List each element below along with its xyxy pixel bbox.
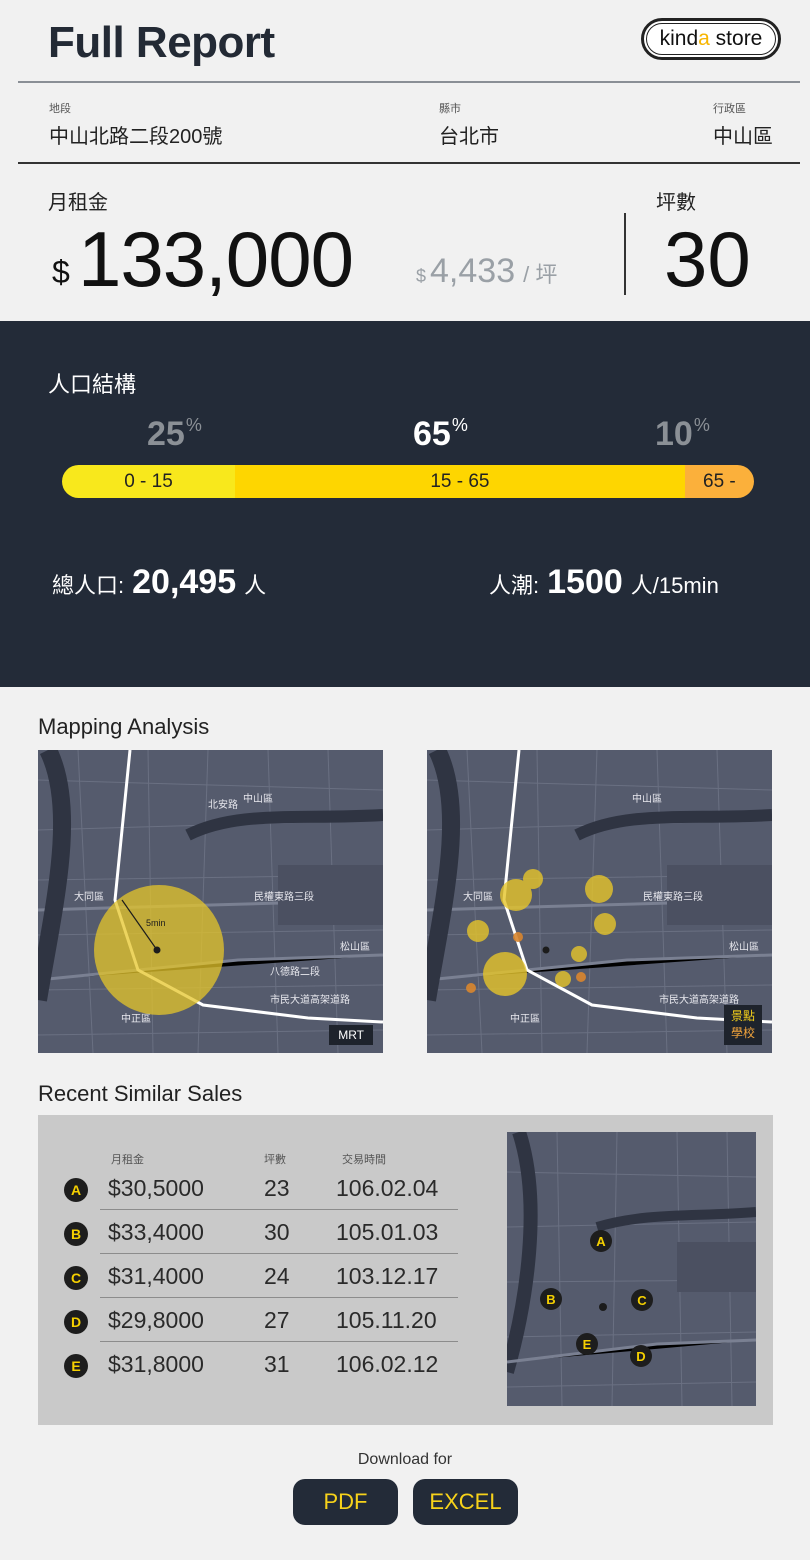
table-row[interactable]: B $33,4000 30 105.01.03: [38, 1210, 468, 1254]
city-label: 縣市: [439, 103, 461, 115]
brand-logo[interactable]: kinda store: [641, 18, 781, 60]
table-row[interactable]: E $31,8000 31 106.02.12: [38, 1342, 468, 1386]
sales-map-canvas: [507, 1132, 756, 1406]
radius-label: 5min: [146, 918, 166, 928]
legend-school: 學校: [730, 1026, 755, 1040]
pdf-button[interactable]: PDF: [293, 1479, 398, 1525]
per-ping-unit: / 坪: [523, 262, 558, 287]
rent-value: 133,000: [78, 215, 354, 303]
table-row[interactable]: D $29,8000 27 105.11.20: [38, 1298, 468, 1342]
address-divider: [18, 162, 800, 164]
pct-senior: 10%: [655, 415, 710, 453]
row-badge: C: [64, 1266, 88, 1290]
map-label-datong: 大同區: [74, 890, 104, 903]
row-rent: $33,4000: [108, 1219, 204, 1245]
col-area: 坪數: [264, 1154, 286, 1166]
legend-attraction: 景點: [730, 1009, 755, 1023]
pct-adult: 65%: [413, 415, 468, 453]
map-label-civic: 市民大道高架道路: [270, 993, 350, 1006]
report-header: Full Report kinda store: [0, 0, 810, 82]
map2-label-songshan: 松山區: [729, 940, 759, 953]
row-date: 103.12.17: [336, 1263, 439, 1289]
page-title: Full Report: [48, 18, 275, 67]
per-ping-currency: $: [416, 266, 427, 286]
row-date: 105.01.03: [336, 1219, 439, 1245]
table-row[interactable]: A $30,5000 23 106.02.04: [38, 1166, 468, 1210]
address-road: 地段 中山北路二段200號: [49, 100, 222, 149]
map-label-zhongshan: 中山區: [243, 792, 273, 805]
sales-title: Recent Similar Sales: [38, 1081, 243, 1106]
row-rent: $31,8000: [108, 1351, 204, 1377]
map-poi-canvas: 大同區 中山區 中正區 松山區 民權東路三段 市民大道高架道路: [427, 750, 772, 1053]
col-rent: 月租金: [111, 1154, 144, 1166]
row-area: 30: [264, 1219, 290, 1245]
pct-young: 25%: [147, 415, 202, 453]
row-badge: A: [64, 1178, 88, 1202]
map-label-minquan: 民權東路三段: [254, 890, 314, 903]
per-ping-value: 4,433: [430, 252, 516, 290]
map2-label-datong: 大同區: [463, 890, 493, 903]
sales-panel: 月租金 坪數 交易時間 A $30,5000 23 106.02.04 B $3…: [38, 1115, 773, 1425]
road-label: 地段: [49, 103, 71, 115]
bar-segment-adult: 15 - 65: [235, 465, 685, 498]
foot-traffic: 人潮: 1500 人/15min: [489, 563, 719, 601]
map-mrt-canvas: 5min 大同區 中山區 中正區 松山區 北安路 民權東路三段 市民大道高架道路…: [38, 750, 383, 1053]
population-bar: 0 - 15 15 - 65 65 -: [62, 465, 754, 498]
row-area: 31: [264, 1351, 290, 1377]
map2-label-zhongshan: 中山區: [632, 792, 662, 805]
sales-map[interactable]: A B C D E: [507, 1132, 756, 1406]
row-area: 24: [264, 1263, 290, 1289]
map-mrt[interactable]: 5min 大同區 中山區 中正區 松山區 北安路 民權東路三段 市民大道高架道路…: [38, 750, 383, 1053]
excel-button[interactable]: EXCEL: [413, 1479, 518, 1525]
rent-label: 月租金: [48, 192, 108, 214]
row-badge: E: [64, 1354, 88, 1378]
row-badge: D: [64, 1310, 88, 1334]
map-label-beian: 北安路: [208, 798, 238, 811]
col-date: 交易時間: [342, 1154, 386, 1166]
map2-label-minquan: 民權東路三段: [643, 890, 703, 903]
row-rent: $29,8000: [108, 1307, 204, 1333]
row-badge: B: [64, 1222, 88, 1246]
map-pin-a[interactable]: A: [590, 1230, 612, 1252]
map-poi[interactable]: 大同區 中山區 中正區 松山區 民權東路三段 市民大道高架道路 景點 學校: [427, 750, 772, 1053]
map-pin-b[interactable]: B: [540, 1288, 562, 1310]
row-area: 27: [264, 1307, 290, 1333]
map-pin-e[interactable]: E: [576, 1333, 598, 1355]
poi-legend: 景點 學校: [723, 1005, 762, 1045]
address-district: 行政區 中山區: [713, 100, 773, 149]
area-value: 30: [664, 215, 751, 303]
population-panel: 人口結構 25% 65% 10% 0 - 15 15 - 65 65 - 總人口…: [0, 321, 810, 687]
bar-segment-young: 0 - 15: [62, 465, 235, 498]
population-title: 人口結構: [48, 372, 137, 397]
mrt-tag: MRT: [329, 1025, 373, 1045]
row-area: 23: [264, 1175, 290, 1201]
download-label: Download for: [357, 1451, 453, 1468]
brand-logo-ring: [646, 23, 776, 55]
map2-label-zhongzheng: 中正區: [510, 1012, 540, 1025]
mapping-title: Mapping Analysis: [38, 714, 210, 739]
address-city: 縣市 台北市: [439, 100, 499, 149]
row-date: 106.02.12: [336, 1351, 439, 1377]
district-label: 行政區: [713, 103, 746, 115]
price-per-ping: $4,433 / 坪: [416, 252, 557, 291]
map-label-zhongzheng: 中正區: [121, 1012, 151, 1025]
row-rent: $31,4000: [108, 1263, 204, 1289]
row-date: 105.11.20: [336, 1307, 437, 1333]
total-population: 總人口: 20,495 人: [52, 563, 267, 601]
road-value: 中山北路二段200號: [49, 126, 223, 148]
row-date: 106.02.04: [336, 1175, 439, 1201]
row-rent: $30,5000: [108, 1175, 204, 1201]
table-row[interactable]: C $31,4000 24 103.12.17: [38, 1254, 468, 1298]
map-pin-c[interactable]: C: [631, 1289, 653, 1311]
header-divider: [18, 81, 800, 83]
area-label: 坪數: [656, 192, 696, 214]
rent-area-divider: [624, 213, 626, 295]
rent-currency: $: [52, 254, 70, 290]
map-pin-d[interactable]: D: [630, 1345, 652, 1367]
map-label-songshan: 松山區: [340, 940, 370, 953]
map-label-bade: 八德路二段: [270, 965, 320, 978]
bar-segment-senior: 65 -: [684, 465, 754, 498]
district-value: 中山區: [713, 126, 773, 148]
city-value: 台北市: [439, 126, 499, 148]
